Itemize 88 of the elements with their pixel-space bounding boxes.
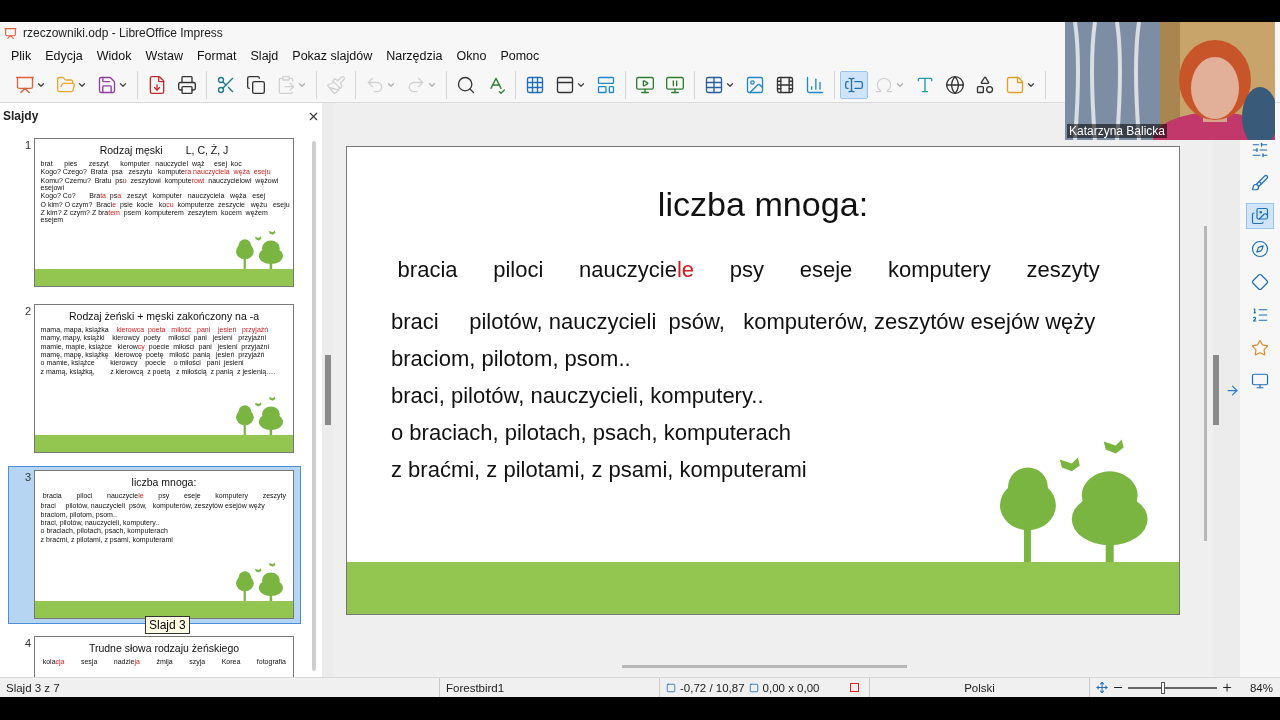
slide-word: zeszyty bbox=[1026, 256, 1100, 283]
slide-word: bracia bbox=[397, 256, 458, 283]
animation-icon bbox=[1251, 306, 1269, 324]
find-replace-icon bbox=[456, 74, 476, 95]
display-views-icon bbox=[555, 74, 575, 95]
table-icon bbox=[704, 74, 724, 95]
slide-text-line: z braćmi, z pilotami, z psami, komputerami bbox=[391, 456, 808, 484]
film-icon bbox=[775, 74, 795, 95]
navigator-icon bbox=[1251, 240, 1269, 258]
slider-thumb[interactable] bbox=[1160, 681, 1165, 694]
slide-word: psy bbox=[729, 256, 764, 283]
app-icon bbox=[4, 26, 17, 40]
slide-number: 3 bbox=[23, 470, 31, 483]
sidebar-tab[interactable] bbox=[1246, 203, 1274, 229]
copy-icon bbox=[246, 74, 266, 95]
slide-word: komputery bbox=[888, 256, 991, 283]
slide-text-line: braciom, pilotom, psom.. bbox=[391, 345, 632, 373]
menu-item[interactable]: Pomoc bbox=[493, 46, 547, 65]
slide-thumbnail[interactable] bbox=[34, 304, 294, 453]
tooltip: Slajd 3 bbox=[145, 616, 190, 634]
window-title: rzeczowniki.odp - LibreOffice Impress bbox=[23, 26, 223, 40]
master-slide-icon bbox=[596, 74, 616, 95]
trees-drawing bbox=[235, 560, 284, 602]
start-slideshow-icon bbox=[635, 74, 655, 95]
slide-title: L, C, Ż, J bbox=[185, 144, 229, 157]
zoom-percent: 84% bbox=[1249, 681, 1273, 694]
paste-icon bbox=[276, 74, 296, 95]
arrow-icon[interactable] bbox=[1225, 382, 1240, 398]
size-icon bbox=[748, 682, 759, 693]
menu-item[interactable]: Widok bbox=[89, 46, 139, 65]
properties-icon bbox=[1251, 141, 1269, 159]
current-slide-show-icon bbox=[665, 74, 685, 95]
menu-item[interactable]: Slajd bbox=[243, 46, 286, 65]
hyperlink-icon bbox=[945, 74, 965, 95]
new-document-icon bbox=[15, 74, 35, 95]
splitter-handle[interactable] bbox=[324, 355, 331, 425]
slide-counter: Slajd 3 z 7 bbox=[6, 681, 60, 694]
slide-text-line: braci, pilotów, nauczycieli, komputery.. bbox=[391, 382, 765, 410]
language-text: Polski bbox=[964, 681, 995, 694]
trees-drawing bbox=[235, 394, 284, 436]
pdf-export-icon bbox=[147, 74, 167, 95]
fit-slide-icon[interactable] bbox=[1096, 681, 1109, 694]
slide-text-line: braci pilotów, nauczycieli psów, komputerów, zeszytów esejów węży bbox=[391, 308, 1097, 336]
master-slides-icon bbox=[1251, 372, 1269, 390]
position-text: -0,72 / 10,87 bbox=[680, 681, 745, 694]
shapes-icon bbox=[975, 74, 995, 95]
slide-text-line: o braciach, pilotach, psach, komputerach bbox=[391, 419, 792, 447]
menu-item[interactable]: Edycja bbox=[38, 46, 90, 65]
slide-number: 4 bbox=[23, 636, 31, 649]
slide-title: liczba mnoga: bbox=[131, 476, 197, 489]
menu-item[interactable]: Wstaw bbox=[138, 46, 190, 65]
menu-item[interactable]: Okno bbox=[449, 46, 494, 65]
save-icon bbox=[97, 74, 117, 95]
printer-icon bbox=[177, 74, 197, 95]
slide-number: 1 bbox=[23, 138, 31, 151]
styles-icon bbox=[1251, 174, 1269, 192]
slide-title: Rodzaj żeński + męski zakończony na -a bbox=[69, 310, 259, 323]
folder-icon bbox=[56, 74, 76, 95]
splitter-handle[interactable] bbox=[1213, 355, 1219, 425]
menu-item[interactable]: Plik bbox=[4, 46, 39, 65]
menu-item[interactable]: Narzędzia bbox=[379, 46, 450, 65]
slide-thumbnail[interactable] bbox=[34, 470, 294, 619]
scissors-icon bbox=[216, 74, 236, 95]
menu-item[interactable]: Format bbox=[189, 46, 244, 65]
zoom-in-icon[interactable] bbox=[1220, 681, 1233, 694]
slide-word: eseje bbox=[799, 256, 853, 283]
position-icon bbox=[666, 682, 676, 693]
image-icon bbox=[745, 74, 765, 95]
paintbrush-icon bbox=[326, 74, 346, 95]
slide-thumbnail[interactable] bbox=[34, 138, 294, 287]
slide-title: liczba mnoga: bbox=[657, 184, 869, 224]
slide-word: nauczyciele bbox=[579, 256, 695, 283]
gallery-icon bbox=[1251, 207, 1269, 225]
participant-name: Katarzyna Balicka bbox=[1067, 124, 1168, 138]
slide-number: 2 bbox=[23, 304, 31, 317]
menu-item[interactable]: Pokaz slajdów bbox=[285, 46, 380, 65]
slide-title: Rodzaj męski bbox=[99, 144, 163, 157]
master-name: Forestbird1 bbox=[446, 681, 505, 694]
star-icon bbox=[1251, 339, 1269, 357]
slide-title: Trudne słowa rodzaju żeńskiego bbox=[88, 642, 240, 655]
trees-drawing bbox=[235, 228, 284, 270]
note-icon bbox=[1005, 74, 1025, 95]
panel-title: Slajdy bbox=[3, 109, 39, 123]
size-text: 0,00 x 0,00 bbox=[762, 681, 820, 694]
chart-icon bbox=[805, 74, 825, 95]
shapes-icon bbox=[1251, 273, 1269, 291]
slide-word: piloci bbox=[493, 256, 544, 283]
grid-icon bbox=[525, 74, 545, 95]
